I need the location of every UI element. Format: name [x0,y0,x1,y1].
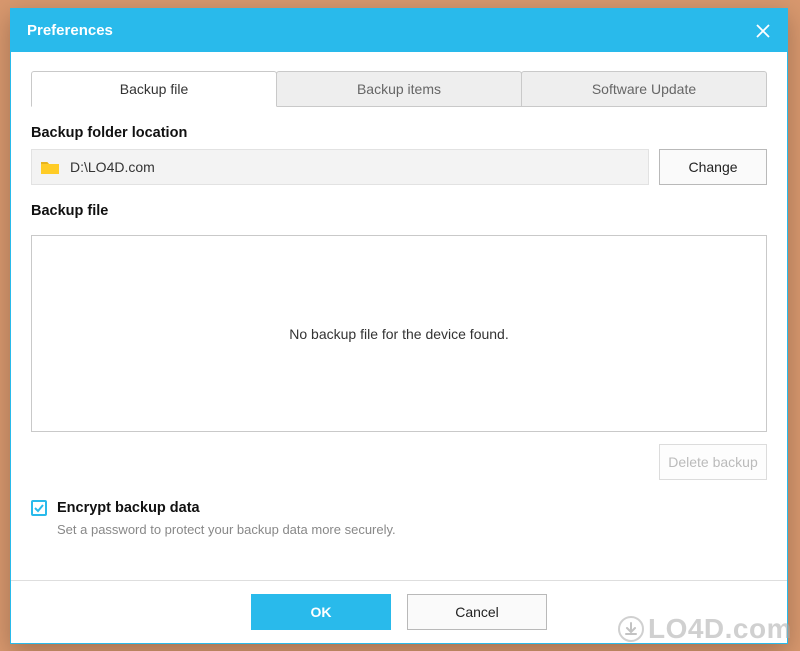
encrypt-hint: Set a password to protect your backup da… [57,522,767,537]
file-actions: Delete backup [31,444,767,480]
titlebar: Preferences [11,9,787,52]
window-title: Preferences [27,22,113,39]
close-icon [756,24,770,38]
backup-file-empty-message: No backup file for the device found. [289,326,508,342]
ok-button[interactable]: OK [251,594,391,630]
backup-folder-label: Backup folder location [31,125,767,141]
encrypt-row: Encrypt backup data [31,500,767,516]
check-icon [34,503,44,513]
backup-file-label: Backup file [31,203,767,219]
close-button[interactable] [739,9,787,52]
delete-backup-button[interactable]: Delete backup [659,444,767,480]
folder-path-text: D:\LO4D.com [70,159,155,175]
dialog-footer: OK Cancel [11,580,787,643]
backup-file-list: No backup file for the device found. [31,235,767,432]
tab-backup-items[interactable]: Backup items [276,71,522,106]
folder-icon [40,159,60,175]
encrypt-checkbox[interactable] [31,500,47,516]
tab-software-update[interactable]: Software Update [521,71,767,106]
tabs: Backup file Backup items Software Update [31,71,767,107]
cancel-button[interactable]: Cancel [407,594,547,630]
change-button[interactable]: Change [659,149,767,185]
dialog-body: Backup file Backup items Software Update… [11,52,787,580]
preferences-window: Preferences Backup file Backup items Sof… [10,8,788,644]
folder-path-row: D:\LO4D.com Change [31,149,767,185]
folder-path-display: D:\LO4D.com [31,149,649,185]
encrypt-label: Encrypt backup data [57,500,200,516]
tab-backup-file[interactable]: Backup file [31,71,277,107]
